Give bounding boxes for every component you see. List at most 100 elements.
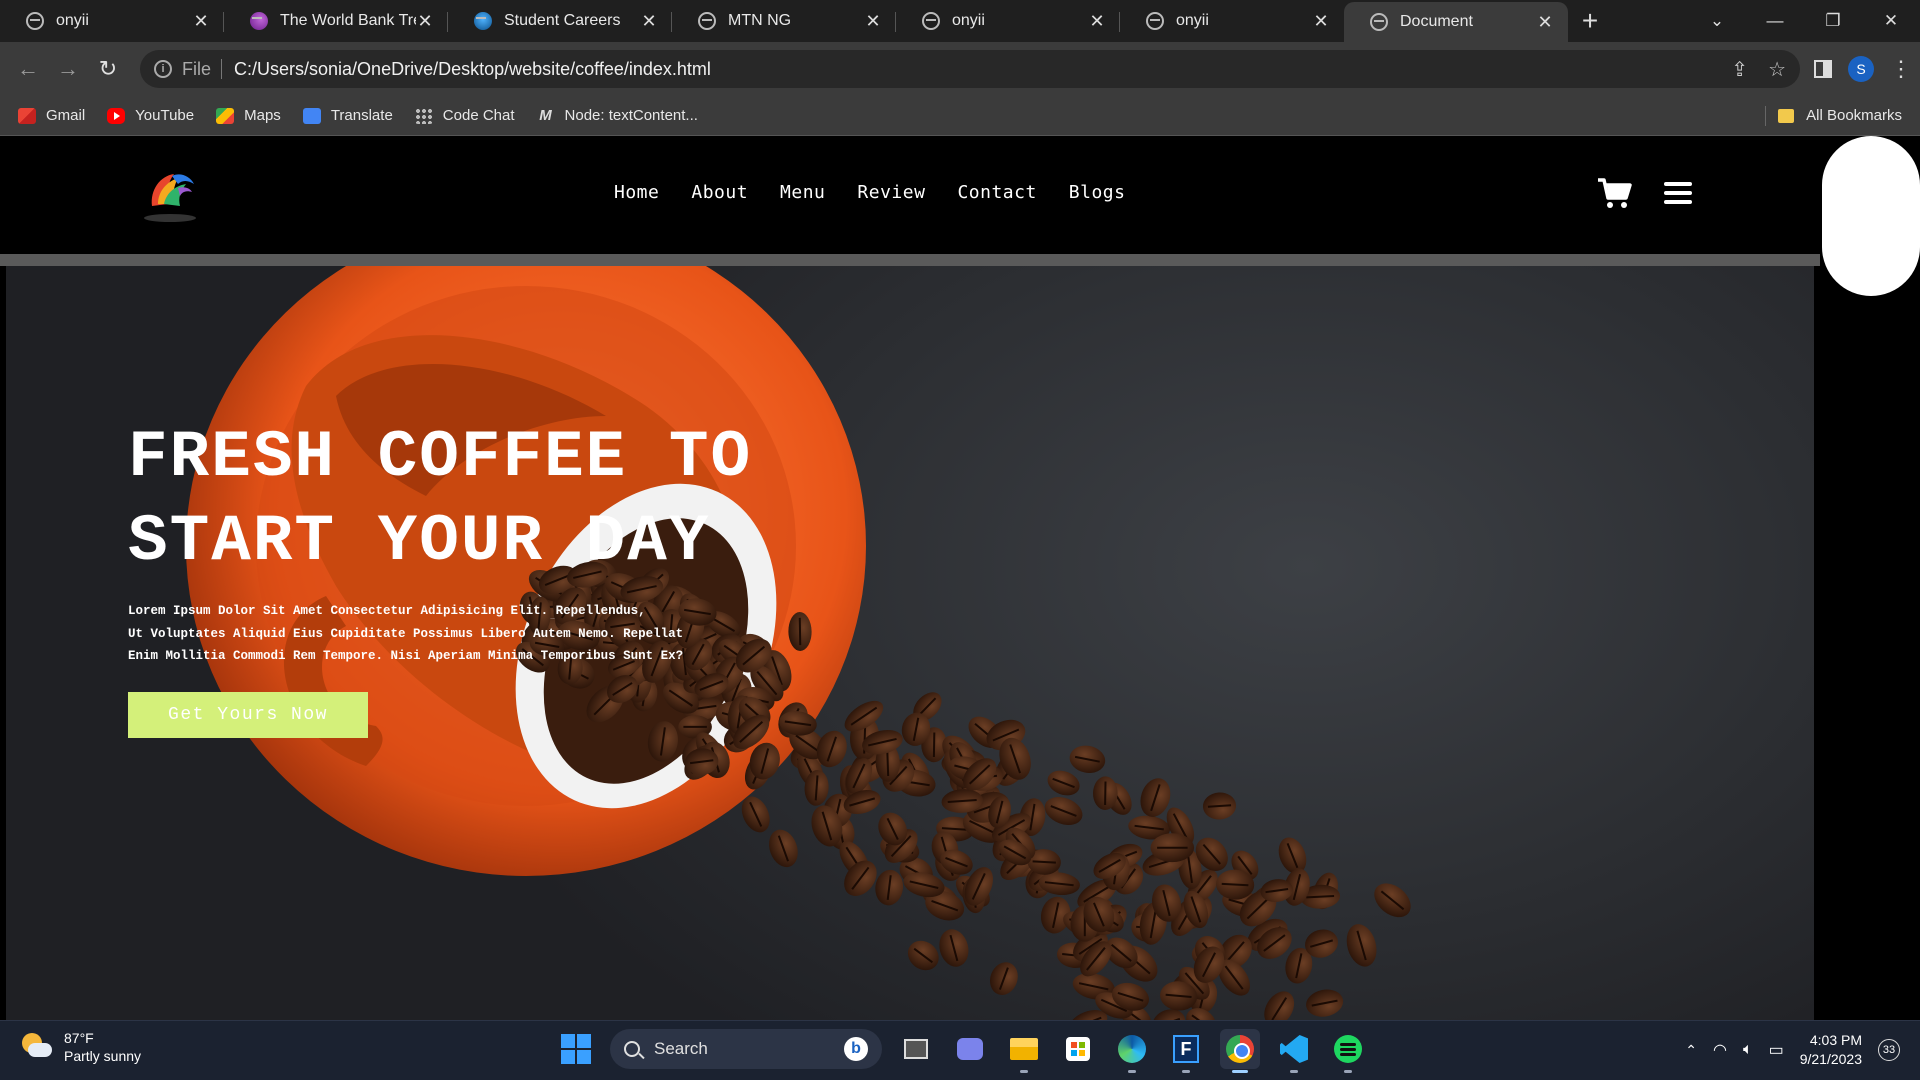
share-icon[interactable]: ⇪ — [1731, 57, 1748, 82]
close-window-icon[interactable]: ✕ — [1862, 11, 1920, 31]
close-icon[interactable]: ✕ — [864, 11, 882, 32]
nav-review[interactable]: Review — [857, 182, 925, 203]
file-explorer-app[interactable] — [1004, 1029, 1044, 1073]
bookmark-maps[interactable]: Maps — [216, 107, 281, 124]
nav-menu[interactable]: Menu — [780, 182, 825, 203]
nav-home[interactable]: Home — [614, 182, 659, 203]
info-icon[interactable]: i — [154, 60, 172, 78]
scroll-indicator — [1822, 136, 1920, 296]
address-bar[interactable]: i File C:/Users/sonia/OneDrive/Desktop/w… — [140, 50, 1800, 88]
search-label: Search — [654, 1039, 708, 1058]
teams-app[interactable] — [950, 1029, 990, 1069]
tab-title: onyii — [952, 12, 985, 29]
bookmark-label: Code Chat — [442, 107, 515, 124]
scheme-label: File — [182, 58, 212, 79]
coffee-bean-crease — [1221, 882, 1249, 887]
window-controls: ⌄ — ❐ ✕ — [1688, 0, 1920, 42]
hero-section: FRESH COFFEE TO START YOUR DAY Lorem Ips… — [6, 266, 1814, 1020]
bookmark-label: Gmail — [46, 107, 86, 124]
browser-tab[interactable]: MTN NG ✕ — [672, 0, 896, 42]
coffee-bean-crease — [1032, 860, 1056, 864]
close-icon[interactable]: ✕ — [192, 11, 210, 32]
bookmark-code-chat[interactable]: Code Chat — [414, 107, 515, 124]
start-button[interactable] — [556, 1029, 596, 1069]
notification-badge[interactable]: 33 — [1878, 1039, 1900, 1061]
translate-icon — [302, 107, 321, 124]
bookmark-label: YouTube — [135, 107, 195, 124]
taskbar-search[interactable]: Search b — [610, 1029, 882, 1069]
more-menu-icon[interactable]: ⋮ — [1890, 56, 1912, 82]
globe-icon — [1146, 12, 1164, 30]
clock[interactable]: 4:03 PM 9/21/2023 — [1800, 1031, 1862, 1069]
header-divider — [0, 254, 1820, 266]
f-app[interactable]: F — [1166, 1029, 1206, 1073]
profile-avatar[interactable]: S — [1848, 56, 1874, 82]
bookmark-star-icon[interactable]: ☆ — [1768, 57, 1786, 82]
store-app[interactable] — [1058, 1029, 1098, 1069]
browser-tab[interactable]: The World Bank Treas ✕ — [224, 0, 448, 42]
browser-tab[interactable]: onyii ✕ — [1120, 0, 1344, 42]
close-icon[interactable]: ✕ — [1536, 12, 1554, 33]
minimize-icon[interactable]: — — [1746, 11, 1804, 31]
bookmark-label: Node: textContent... — [564, 107, 698, 124]
close-icon[interactable]: ✕ — [1312, 11, 1330, 32]
spotify-app[interactable] — [1328, 1029, 1368, 1073]
vscode-app[interactable] — [1274, 1029, 1314, 1073]
browser-tab[interactable]: onyii ✕ — [0, 0, 224, 42]
side-panel-icon[interactable] — [1814, 60, 1832, 78]
cart-icon[interactable] — [1598, 178, 1632, 210]
hero-title: FRESH COFFEE TO START YOUR DAY — [128, 416, 888, 584]
new-tab-button[interactable]: + — [1568, 0, 1612, 42]
bookmark-node[interactable]: M Node: textContent... — [537, 107, 698, 124]
close-icon[interactable]: ✕ — [640, 11, 658, 32]
coffee-bean — [1264, 991, 1295, 1020]
weather-widget[interactable]: 87°F Partly sunny — [20, 1029, 141, 1065]
bing-icon[interactable]: b — [844, 1037, 868, 1061]
spotify-icon — [1334, 1035, 1362, 1063]
volume-icon[interactable]: 🔈︎ — [1743, 1041, 1753, 1059]
nav-contact[interactable]: Contact — [957, 182, 1036, 203]
hero-text-line: Enim Mollitia Commodi Rem Tempore. Nisi … — [128, 649, 684, 663]
search-icon — [624, 1041, 640, 1057]
task-view-icon — [904, 1039, 928, 1059]
get-yours-now-button[interactable]: Get Yours Now — [128, 692, 368, 738]
close-icon[interactable]: ✕ — [416, 11, 434, 32]
battery-icon[interactable]: ▭ — [1769, 1040, 1784, 1060]
reload-icon[interactable]: ↻ — [88, 56, 128, 82]
url-text[interactable]: C:/Users/sonia/OneDrive/Desktop/website/… — [234, 59, 1711, 80]
bookmarks-bar: Gmail YouTube Maps Translate Code Chat M… — [0, 96, 1920, 136]
nav-about[interactable]: About — [691, 182, 748, 203]
hero-description: Lorem Ipsum Dolor Sit Amet Consectetur A… — [128, 600, 728, 668]
back-icon[interactable]: ← — [8, 56, 48, 82]
careers-icon — [474, 12, 492, 30]
hamburger-menu-icon[interactable] — [1664, 182, 1692, 204]
edge-app[interactable] — [1112, 1029, 1152, 1073]
hero-title-line: START YOUR DAY — [128, 504, 711, 579]
chrome-app[interactable] — [1220, 1029, 1260, 1073]
nav-blogs[interactable]: Blogs — [1069, 182, 1126, 203]
bookmark-translate[interactable]: Translate — [302, 107, 393, 124]
tab-search-icon[interactable]: ⌄ — [1688, 11, 1746, 31]
all-bookmarks[interactable]: All Bookmarks — [1765, 105, 1902, 126]
edge-icon — [1118, 1035, 1146, 1063]
logo-icon[interactable] — [138, 162, 202, 226]
chevron-up-icon[interactable]: ⌃ — [1685, 1042, 1697, 1059]
task-view-button[interactable] — [896, 1029, 936, 1069]
browser-tab[interactable]: onyii ✕ — [896, 0, 1120, 42]
hero-title-line: FRESH COFFEE TO — [128, 420, 753, 495]
browser-tab[interactable]: Student Careers ✕ — [448, 0, 672, 42]
browser-tab-active[interactable]: Document ✕ — [1344, 2, 1568, 42]
date: 9/21/2023 — [1799, 1051, 1862, 1067]
wifi-icon[interactable]: ◠ — [1713, 1040, 1727, 1060]
restore-icon[interactable]: ❐ — [1804, 11, 1862, 31]
bookmark-gmail[interactable]: Gmail — [18, 107, 85, 124]
browser-toolbar: ← → ↻ i File C:/Users/sonia/OneDrive/Des… — [0, 42, 1920, 96]
weather-desc: Partly sunny — [64, 1048, 142, 1064]
gmail-icon — [18, 107, 36, 124]
tab-title: Document — [1400, 13, 1473, 30]
close-icon[interactable]: ✕ — [1088, 11, 1106, 32]
node-icon: M — [539, 106, 552, 124]
forward-icon[interactable]: → — [48, 56, 88, 82]
f-app-icon: F — [1173, 1035, 1199, 1063]
bookmark-youtube[interactable]: YouTube — [107, 107, 194, 124]
